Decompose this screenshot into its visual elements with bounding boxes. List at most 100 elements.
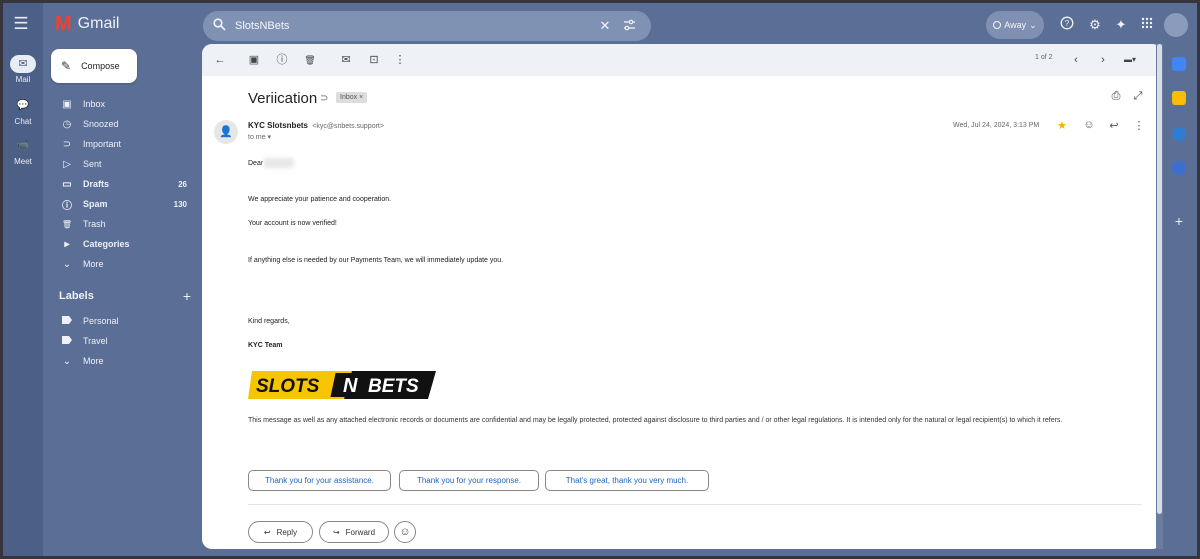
back-arrow-icon[interactable]: ← [212,52,228,68]
prev-page-icon[interactable]: ‹ [1068,52,1084,68]
help-icon[interactable]: ? [1058,16,1076,34]
label-item-more[interactable]: ⌄ More [51,352,191,370]
brand-part3: BETS [368,376,419,397]
archive-icon[interactable]: ▣ [246,52,262,68]
clock-icon: ◷ [62,118,72,130]
body-line: Your account is now verified! [248,220,337,227]
compose-button[interactable]: ✎ Compose [51,49,137,83]
report-spam-icon[interactable]: ⓘ [274,52,290,68]
open-new-window-icon[interactable]: ⤢ [1131,90,1145,103]
add-addon-icon[interactable]: + [1171,213,1187,229]
sidebar-item-inbox[interactable]: ▣ Inbox [51,95,191,113]
keep-icon[interactable] [1172,91,1186,105]
scrollbar-thumb[interactable] [1157,44,1162,514]
sidebar-item-label: Trash [83,219,106,229]
sidebar-item-label: Drafts [83,179,110,189]
sidebar-item-label: Spam [83,199,108,209]
label-icon: ▸ [64,238,70,250]
sidebar-item-drafts[interactable]: ▭ Drafts 26 [51,175,191,193]
settings-icon[interactable]: ⚙ [1086,16,1104,34]
smart-reply-2[interactable]: Thank you for your response. [399,470,539,491]
inbox-icon: ▣ [62,98,72,110]
inbox-label-chip[interactable]: Inbox × [336,92,368,103]
status-away-button[interactable]: Away ⌄ [986,11,1044,39]
sender-email: <kyc@snbets.support> [312,123,384,130]
sidebar-item-categories[interactable]: ▸ Categories [51,235,191,253]
search-icon[interactable] [213,18,231,34]
sidebar-item-sent[interactable]: ▷ Sent [51,155,191,173]
sidebar-item-important[interactable]: ⊃ Important [51,135,191,153]
message-date: Wed, Jul 24, 2024, 3:13 PM [953,122,1040,129]
smart-reply-3[interactable]: That's great, thank you very much. [545,470,709,491]
sidebar-item-spam[interactable]: ⓘ Spam 130 [51,195,191,213]
message-more-icon[interactable]: ⋮ [1132,119,1146,132]
rail-chat[interactable]: 💬 Chat [3,97,43,126]
gemini-icon[interactable]: ✦ [1112,16,1130,34]
search-bar[interactable]: SlotsNBets ✕ [203,11,651,41]
sender-name: KYC Slotsnbets [248,121,309,130]
tasks-icon[interactable] [1172,127,1186,141]
rail-chat-label: Chat [14,117,32,126]
more-options-icon[interactable]: ⋮ [392,52,408,68]
mail-icon: ✉ [10,55,36,73]
sidebar-item-more[interactable]: ⌄ More [51,255,191,273]
emoji-react-icon[interactable]: ☺ [1082,119,1096,131]
rail-mail[interactable]: ✉ Mail [3,55,43,84]
sidebar-item-label: Important [83,139,122,149]
search-input[interactable]: SlotsNBets [235,20,593,32]
signature-team: KYC Team [248,342,283,349]
gmail-window: ☰ ✉ Mail 💬 Chat 📹 Meet M Gmail SlotsNBet… [3,3,1197,556]
importance-marker-icon[interactable]: ⊃ [320,93,328,104]
trash-icon: 🗑 [61,219,73,229]
label-item-text: Travel [83,336,108,346]
label-item-travel[interactable]: Travel [51,332,191,350]
sidebar-item-snoozed[interactable]: ◷ Snoozed [51,115,191,133]
forward-button[interactable]: ↪ Forward [319,521,389,543]
sender-avatar: 👤 [214,120,238,144]
chevron-down-icon: ⌄ [1029,19,1037,30]
label-tag-icon [51,315,79,327]
sidebar-item-trash[interactable]: 🗑 Trash [51,215,191,233]
message-panel: ← ▣ ⓘ 🗑 ✉ ⊡ ⋮ 1 of 2 ‹ › ▬▾ Veriication … [202,44,1162,549]
chevron-down-icon: ⌄ [62,355,72,367]
main-menu-icon[interactable]: ☰ [12,15,30,33]
rail-mail-label: Mail [15,75,31,84]
calendar-icon[interactable] [1172,57,1186,71]
gmail-logo[interactable]: M Gmail [55,14,119,34]
add-label-icon[interactable]: + [183,289,191,303]
app-rail: ☰ ✉ Mail 💬 Chat 📹 Meet [3,3,43,556]
spam-icon: ⓘ [62,200,72,212]
message-toolbar: ← ▣ ⓘ 🗑 ✉ ⊡ ⋮ 1 of 2 ‹ › ▬▾ [202,44,1162,76]
input-tools-icon[interactable]: ▬▾ [1118,52,1142,68]
next-page-icon[interactable]: › [1095,52,1111,68]
emoji-reaction-button[interactable]: ☺ [394,521,416,543]
print-icon[interactable]: ⎙ [1109,90,1123,103]
delete-icon[interactable]: 🗑 [302,52,318,68]
label-item-text: More [83,356,104,366]
move-to-icon[interactable]: ⊡ [366,52,382,68]
account-avatar[interactable] [1164,13,1188,37]
search-options-icon[interactable] [617,19,641,34]
sidebar-item-label: More [83,259,104,269]
compose-label: Compose [81,61,120,71]
smart-reply-1[interactable]: Thank you for your assistance. [248,470,391,491]
label-item-personal[interactable]: Personal [51,312,191,330]
mark-unread-icon[interactable]: ✉ [338,52,354,68]
star-icon[interactable]: ★ [1055,119,1069,132]
brand-part2: N [343,375,358,397]
reply-icon[interactable]: ↩ [1107,119,1121,132]
draft-icon: ▭ [62,178,72,190]
legal-disclaimer: This message as well as any attached ele… [248,417,1063,424]
forward-label: Forward [345,527,376,537]
label-tag-icon [51,335,79,347]
side-panel: + [1164,43,1197,556]
meet-icon: 📹 [16,140,30,151]
rail-meet-label: Meet [14,157,32,166]
reply-button[interactable]: ↩ Reply [248,521,313,543]
clear-search-icon[interactable]: ✕ [593,18,617,34]
contacts-icon[interactable] [1172,161,1186,175]
rail-meet[interactable]: 📹 Meet [3,137,43,166]
recipient-details-toggle[interactable]: to me ▾ [248,133,271,141]
apps-grid-icon[interactable] [1138,16,1156,34]
forward-arrow-icon: ↪ [332,527,340,537]
